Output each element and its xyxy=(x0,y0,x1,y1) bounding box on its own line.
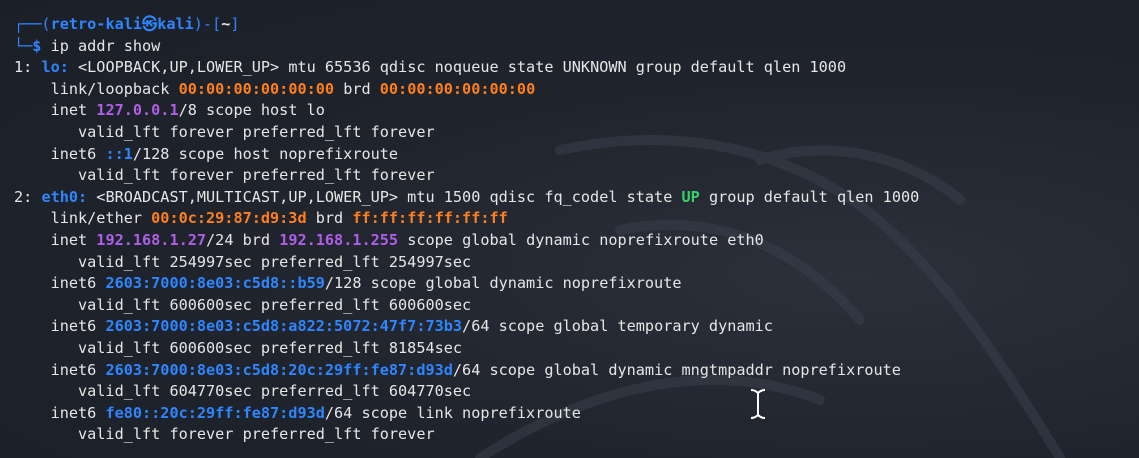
terminal-segment: 2: xyxy=(14,187,42,206)
terminal-segment: inet6 xyxy=(14,317,106,336)
terminal-segment: valid_lft 600600sec preferred_lft 81854s… xyxy=(14,338,463,357)
terminal-segment: 2603:7000:8e03:c5d8:a822:5072:47f7:73b3 xyxy=(105,317,463,336)
terminal-line: inet6 2603:7000:8e03:c5d8::b59/128 scope… xyxy=(14,273,919,295)
terminal-segment: └─ xyxy=(14,36,33,55)
terminal-segment: inet6 xyxy=(14,144,106,163)
terminal-segment: <LOOPBACK,UP,LOWER_UP> mtu 65536 qdisc n… xyxy=(68,58,847,77)
terminal-segment: valid_lft forever preferred_lft forever xyxy=(14,122,435,141)
terminal-segment: UP xyxy=(681,187,700,206)
terminal-segment: retro-kali㉿kali xyxy=(50,15,194,33)
terminal-segment: valid_lft 604770sec preferred_lft 604770… xyxy=(14,382,472,401)
terminal-segment: inet xyxy=(14,101,97,120)
terminal-segment: /64 scope global temporary dynamic xyxy=(462,317,773,336)
terminal-segment: inet6 xyxy=(14,403,106,422)
terminal-segment: /128 scope host noprefixroute xyxy=(132,144,399,163)
terminal-segment: 192.168.1.27 xyxy=(96,230,207,249)
terminal-segment: scope global dynamic noprefixroute eth0 xyxy=(398,230,764,249)
terminal-window[interactable]: ┌──(retro-kali㉿kali)-[~] └─$ ip addr show… xyxy=(0,0,1139,458)
terminal-line: valid_lft 600600sec preferred_lft 81854s… xyxy=(14,338,919,360)
terminal-segment: ip addr show xyxy=(41,36,161,55)
terminal-segment: <BROADCAST,MULTICAST,UP,LOWER_UP> mtu 15… xyxy=(87,187,682,206)
terminal-segment: ~ xyxy=(221,15,231,33)
terminal-segment: inet xyxy=(14,230,97,249)
terminal-segment: link/ether xyxy=(14,209,152,228)
terminal-line: inet6 fe80::20c:29ff:fe87:d93d/64 scope … xyxy=(14,403,919,425)
terminal-segment: valid_lft 600600sec preferred_lft 600600… xyxy=(14,295,472,314)
terminal-output: ┌──(retro-kali㉿kali)-[~] └─$ ip addr show… xyxy=(14,14,919,446)
terminal-segment: ] xyxy=(230,15,240,33)
terminal-line: inet 127.0.0.1/8 scope host lo xyxy=(14,100,919,122)
terminal-line: valid_lft 254997sec preferred_lft 254997… xyxy=(14,252,919,274)
terminal-segment: valid_lft forever preferred_lft forever xyxy=(14,425,435,444)
i-beam-cursor-icon xyxy=(750,389,766,419)
terminal-line: inet6 2603:7000:8e03:c5d8:a822:5072:47f7… xyxy=(14,316,919,338)
terminal-segment: 127.0.0.1 xyxy=(96,101,179,120)
terminal-line: valid_lft forever preferred_lft forever xyxy=(14,165,919,187)
terminal-segment: /24 brd xyxy=(206,230,280,249)
terminal-segment: valid_lft forever preferred_lft forever xyxy=(14,166,435,185)
terminal-segment: link/loopback xyxy=(14,79,179,98)
terminal-segment: inet6 xyxy=(14,274,106,293)
terminal-segment: brd xyxy=(334,79,380,98)
terminal-line: inet6 ::1/128 scope host noprefixroute xyxy=(14,144,919,166)
terminal-segment: 00:00:00:00:00:00 xyxy=(379,79,536,98)
terminal-segment: /64 scope link noprefixroute xyxy=(324,403,581,422)
terminal-segment: group default qlen 1000 xyxy=(699,187,920,206)
terminal-line: inet6 2603:7000:8e03:c5d8:20c:29ff:fe87:… xyxy=(14,360,919,382)
terminal-segment: /64 scope global dynamic mngtmpaddr nopr… xyxy=(452,360,901,379)
terminal-segment: 00:0c:29:87:d9:3d xyxy=(151,209,307,228)
terminal-segment: eth0: xyxy=(41,187,88,206)
terminal-segment: fe80::20c:29ff:fe87:d93d xyxy=(105,403,325,422)
terminal-line: 2: eth0: <BROADCAST,MULTICAST,UP,LOWER_U… xyxy=(14,187,919,209)
terminal-line: inet 192.168.1.27/24 brd 192.168.1.255 s… xyxy=(14,230,919,252)
terminal-segment: brd xyxy=(306,209,353,228)
terminal-segment: 00:00:00:00:00:00 xyxy=(178,79,335,98)
terminal-segment: 1: xyxy=(14,58,42,77)
terminal-segment: ff:ff:ff:ff:ff:ff xyxy=(352,209,508,228)
terminal-segment: /128 scope global dynamic noprefixroute xyxy=(324,274,682,293)
terminal-segment: 2603:7000:8e03:c5d8:20c:29ff:fe87:d93d xyxy=(105,360,453,379)
terminal-line: └─$ ip addr show xyxy=(14,36,919,58)
terminal-line: valid_lft forever preferred_lft forever xyxy=(14,424,919,446)
terminal-segment: inet6 xyxy=(14,360,106,379)
terminal-line: ┌──(retro-kali㉿kali)-[~] xyxy=(14,14,919,36)
terminal-segment: 192.168.1.255 xyxy=(279,230,399,249)
terminal-line: valid_lft 604770sec preferred_lft 604770… xyxy=(14,381,919,403)
terminal-segment: lo: xyxy=(41,58,69,77)
terminal-segment: ┌──( xyxy=(14,15,51,33)
terminal-segment: valid_lft 254997sec preferred_lft 254997… xyxy=(14,252,472,271)
terminal-segment: 2603:7000:8e03:c5d8::b59 xyxy=(105,274,325,293)
terminal-segment: /8 scope host lo xyxy=(178,101,325,120)
terminal-segment: ::1 xyxy=(105,144,133,163)
terminal-line: valid_lft 600600sec preferred_lft 600600… xyxy=(14,295,919,317)
terminal-line: valid_lft forever preferred_lft forever xyxy=(14,122,919,144)
terminal-line: link/ether 00:0c:29:87:d9:3d brd ff:ff:f… xyxy=(14,208,919,230)
terminal-segment: )-[ xyxy=(193,15,222,33)
terminal-line: link/loopback 00:00:00:00:00:00 brd 00:0… xyxy=(14,79,919,101)
terminal-line: 1: lo: <LOOPBACK,UP,LOWER_UP> mtu 65536 … xyxy=(14,57,919,79)
